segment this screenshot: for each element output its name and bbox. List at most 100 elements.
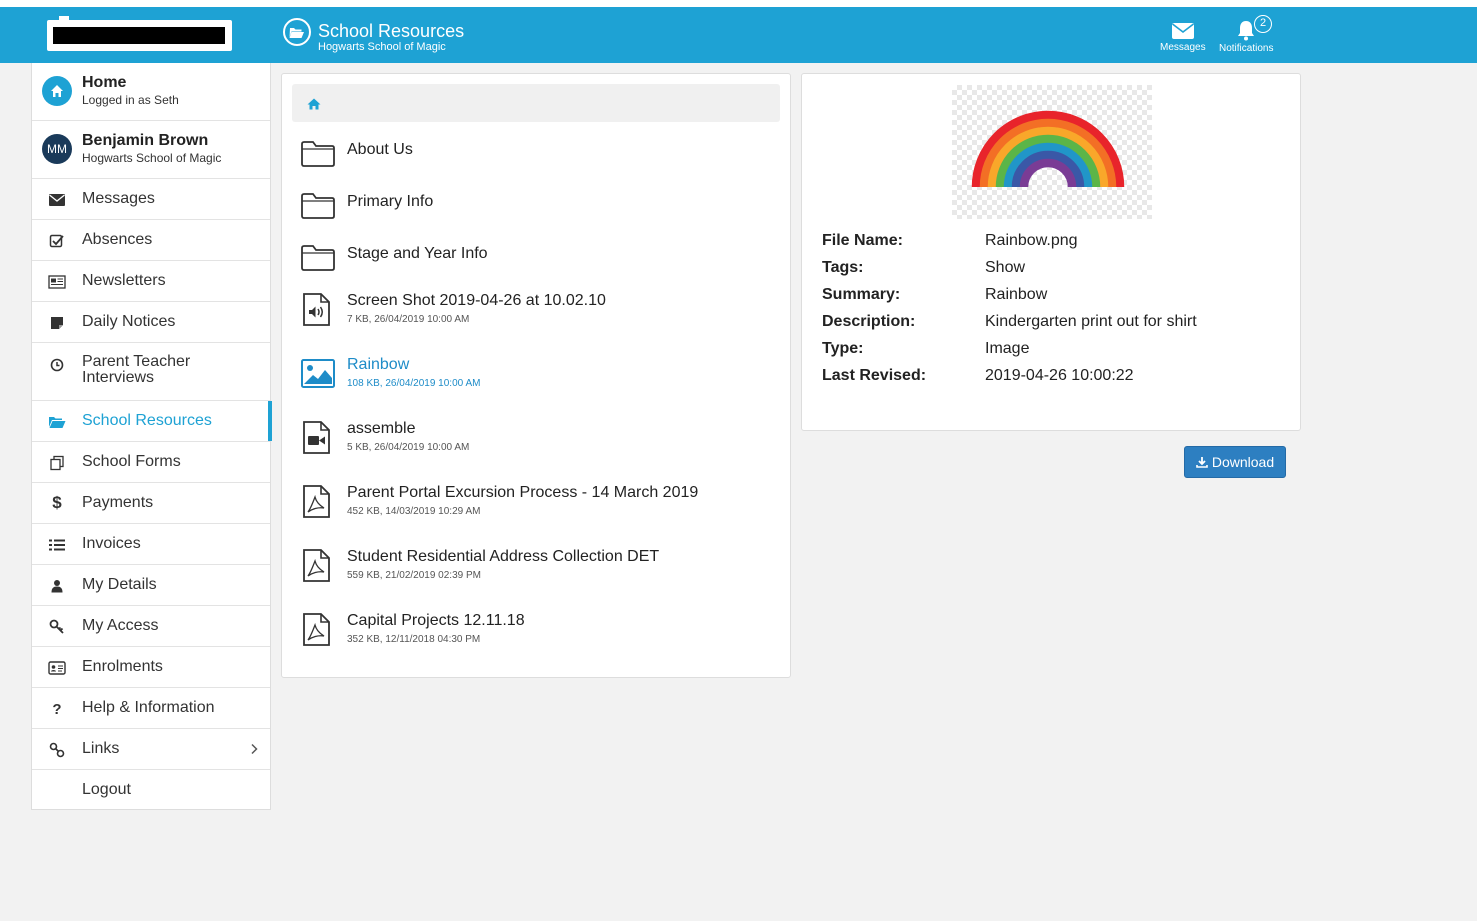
sidebar-item-payments[interactable]: $ Payments bbox=[32, 483, 270, 524]
sidebar-item-invoices[interactable]: Invoices bbox=[32, 524, 270, 565]
file-row-assemble[interactable]: assemble 5 KB, 26/04/2019 10:00 AM bbox=[300, 420, 770, 470]
question-icon: ? bbox=[52, 700, 62, 718]
folder-row-primary-info[interactable]: Primary Info bbox=[300, 188, 770, 238]
school-logo[interactable] bbox=[47, 16, 232, 51]
sidebar-item-label: Links bbox=[82, 740, 120, 757]
sidebar-item-logout[interactable]: Logout bbox=[32, 770, 270, 811]
note-icon bbox=[48, 314, 66, 332]
detail-key: Summary: bbox=[822, 286, 901, 303]
file-meta: 108 KB, 26/04/2019 10:00 AM bbox=[347, 378, 481, 389]
notification-count-badge: 2 bbox=[1254, 15, 1272, 33]
notifications-label: Notifications bbox=[1219, 43, 1274, 54]
home-icon bbox=[42, 76, 72, 106]
folder-row-stage-and-year-info[interactable]: Stage and Year Info bbox=[300, 240, 770, 290]
clock-icon bbox=[48, 356, 66, 374]
sidebar-item-label: Logout bbox=[82, 781, 131, 798]
file-list-panel: About Us Primary Info Stage and Year Inf… bbox=[281, 73, 791, 678]
file-name: Stage and Year Info bbox=[347, 245, 488, 262]
file-detail-panel: File Name: Rainbow.png Tags: Show Summar… bbox=[801, 73, 1301, 431]
folder-icon bbox=[301, 141, 335, 167]
sidebar-item-links[interactable]: Links bbox=[32, 729, 270, 770]
detail-value: Image bbox=[985, 340, 1030, 357]
sidebar-item-parent-teacher-interviews[interactable]: Parent Teacher Interviews bbox=[32, 343, 270, 401]
folder-row-about-us[interactable]: About Us bbox=[300, 136, 770, 186]
sidebar-item-school-resources[interactable]: School Resources bbox=[32, 401, 272, 442]
sidebar-profile[interactable]: MM Benjamin Brown Hogwarts School of Mag… bbox=[32, 121, 270, 179]
id-card-icon bbox=[48, 659, 66, 677]
file-meta: 5 KB, 26/04/2019 10:00 AM bbox=[347, 442, 470, 453]
sidebar-item-label: My Details bbox=[82, 576, 157, 593]
sidebar-item-label: School Resources bbox=[82, 412, 212, 429]
forms-icon bbox=[48, 454, 66, 472]
chevron-right-icon bbox=[250, 742, 258, 760]
sidebar: Home Logged in as Seth MM Benjamin Brown… bbox=[31, 63, 272, 811]
download-icon bbox=[1196, 457, 1208, 468]
rainbow-band bbox=[1019, 158, 1077, 188]
profile-name: Benjamin Brown bbox=[82, 132, 209, 149]
detail-value: 2019-04-26 10:00:22 bbox=[985, 367, 1134, 384]
folder-icon bbox=[301, 193, 335, 219]
profile-school: Hogwarts School of Magic bbox=[82, 151, 222, 165]
sidebar-item-label: Help & Information bbox=[82, 699, 215, 716]
page-subtitle: Hogwarts School of Magic bbox=[318, 41, 446, 53]
detail-value: Kindergarten print out for shirt bbox=[985, 313, 1197, 330]
key-icon bbox=[48, 618, 66, 636]
detail-key: File Name: bbox=[822, 232, 903, 249]
file-name: Rainbow bbox=[347, 356, 410, 373]
file-name: Student Residential Address Collection D… bbox=[347, 548, 660, 565]
breadcrumb bbox=[292, 84, 780, 122]
sidebar-item-label: Enrolments bbox=[82, 658, 163, 675]
sidebar-item-label: Messages bbox=[82, 190, 155, 207]
sidebar-item-home[interactable]: Home Logged in as Seth bbox=[32, 63, 270, 121]
envelope-icon bbox=[1171, 23, 1194, 39]
file-name: About Us bbox=[347, 141, 413, 158]
sidebar-item-label: School Forms bbox=[82, 453, 181, 470]
sidebar-item-school-forms[interactable]: School Forms bbox=[32, 442, 270, 483]
pdf-file-icon bbox=[303, 549, 330, 582]
sidebar-item-label: Absences bbox=[82, 231, 153, 248]
messages-label: Messages bbox=[1160, 42, 1206, 53]
avatar: MM bbox=[42, 134, 72, 164]
sidebar-item-label: My Access bbox=[82, 617, 159, 634]
detail-value: Show bbox=[985, 259, 1026, 276]
sidebar-item-messages[interactable]: Messages bbox=[32, 179, 270, 220]
home-title: Home bbox=[82, 74, 127, 91]
detail-key: Type: bbox=[822, 340, 864, 357]
image-preview bbox=[952, 85, 1152, 219]
top-strip bbox=[0, 0, 1477, 7]
sidebar-item-enrolments[interactable]: Enrolments bbox=[32, 647, 270, 688]
pdf-file-icon bbox=[303, 485, 330, 518]
detail-value: Rainbow bbox=[985, 286, 1048, 303]
detail-key: Description: bbox=[822, 313, 916, 330]
sidebar-item-my-details[interactable]: My Details bbox=[32, 565, 270, 606]
folder-open-icon bbox=[48, 413, 66, 431]
sidebar-item-help[interactable]: ? Help & Information bbox=[32, 688, 270, 729]
sidebar-item-label: Payments bbox=[82, 494, 154, 511]
sidebar-item-newsletters[interactable]: Newsletters bbox=[32, 261, 270, 302]
redacted-logo-block bbox=[53, 27, 225, 44]
home-icon[interactable] bbox=[307, 97, 321, 115]
check-square-icon bbox=[48, 232, 66, 250]
file-row-capital-projects[interactable]: Capital Projects 12.11.18 352 KB, 12/11/… bbox=[300, 612, 770, 662]
sidebar-item-daily-notices[interactable]: Daily Notices bbox=[32, 302, 270, 343]
download-button[interactable]: Download bbox=[1184, 446, 1286, 478]
sidebar-item-label: Newsletters bbox=[82, 272, 166, 289]
file-row-parent-portal-excursion[interactable]: Parent Portal Excursion Process - 14 Mar… bbox=[300, 484, 770, 534]
app-header: School Resources Hogwarts School of Magi… bbox=[0, 7, 1477, 63]
file-row-screen-shot[interactable]: Screen Shot 2019-04-26 at 10.02.10 7 KB,… bbox=[300, 292, 770, 342]
envelope-icon bbox=[48, 191, 66, 209]
list-icon bbox=[48, 536, 66, 554]
file-meta: 559 KB, 21/02/2019 02:39 PM bbox=[347, 570, 481, 581]
sidebar-item-absences[interactable]: Absences bbox=[32, 220, 270, 261]
image-file-icon bbox=[301, 359, 335, 388]
login-status: Logged in as Seth bbox=[82, 93, 179, 107]
file-row-rainbow[interactable]: Rainbow 108 KB, 26/04/2019 10:00 AM bbox=[300, 356, 770, 406]
file-name: Primary Info bbox=[347, 193, 434, 210]
newspaper-icon bbox=[48, 273, 66, 291]
messages-button[interactable]: Messages bbox=[1160, 19, 1206, 53]
file-meta: 7 KB, 26/04/2019 10:00 AM bbox=[347, 314, 470, 325]
dollar-icon: $ bbox=[52, 493, 62, 512]
sidebar-item-my-access[interactable]: My Access bbox=[32, 606, 270, 647]
file-name: Screen Shot 2019-04-26 at 10.02.10 bbox=[347, 292, 606, 309]
file-row-student-residential-address[interactable]: Student Residential Address Collection D… bbox=[300, 548, 770, 598]
